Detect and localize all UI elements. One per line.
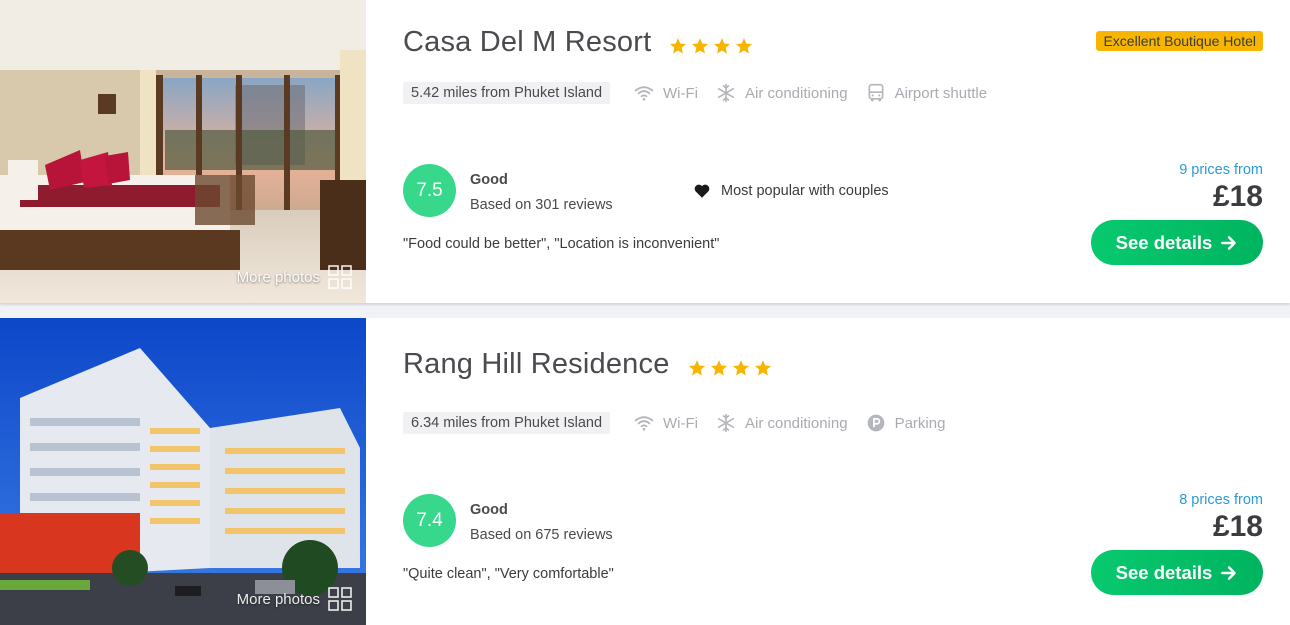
- price: £18: [1212, 180, 1263, 213]
- hotel-card: More photos Rang Hill Residence 6.34 mil…: [0, 318, 1290, 625]
- amenity-air-conditioning: Air conditioning: [716, 413, 848, 433]
- hotel-info: Casa Del M Resort Excellent Boutique Hot…: [366, 0, 1290, 303]
- star-icon: [714, 37, 731, 53]
- wifi-icon: [634, 416, 654, 431]
- hotel-name[interactable]: Rang Hill Residence: [403, 348, 670, 381]
- heart-icon: [694, 184, 710, 198]
- amenity-airport-shuttle: Airport shuttle: [866, 83, 988, 103]
- amenity-label: Airport shuttle: [894, 84, 988, 102]
- star-rating: [669, 37, 753, 55]
- prices-from-link[interactable]: 9 prices from: [1179, 162, 1263, 178]
- amenity-air-conditioning: Air conditioning: [716, 83, 848, 103]
- see-details-label: See details: [1115, 231, 1213, 253]
- review-quotes: "Food could be better", "Location is inc…: [403, 236, 720, 252]
- star-icon: [732, 359, 749, 375]
- score-label: Good: [470, 502, 508, 518]
- price: £18: [1212, 510, 1263, 543]
- amenity-label: Wi-Fi: [663, 84, 698, 102]
- star-icon: [736, 37, 753, 53]
- hotel-card: More photos Casa Del M Resort Excellent …: [0, 0, 1290, 303]
- review-score: 7.5: [403, 164, 456, 217]
- hotel-facts: 5.42 miles from Phuket Island Wi-Fi Air …: [403, 82, 1005, 104]
- amenity-label: Air conditioning: [745, 414, 848, 432]
- hotel-name-row: Casa Del M Resort: [403, 26, 753, 59]
- review-count: Based on 675 reviews: [470, 527, 613, 543]
- arrow-right-icon: [1221, 235, 1237, 250]
- bus-icon: [868, 83, 884, 102]
- more-photos-link[interactable]: More photos: [237, 265, 352, 289]
- snowflake-icon: [717, 83, 735, 103]
- score-label: Good: [470, 172, 508, 188]
- review-score: 7.4: [403, 494, 456, 547]
- gallery-grid-icon: [328, 587, 352, 611]
- amenity-label: Parking: [894, 414, 946, 432]
- prices-from-link[interactable]: 8 prices from: [1179, 492, 1263, 508]
- popular-with: Most popular with couples: [693, 182, 889, 200]
- amenity-wifi: Wi-Fi: [634, 413, 698, 433]
- hotel-type-badge: Excellent Boutique Hotel: [1096, 31, 1263, 51]
- parking-icon: [867, 414, 884, 432]
- popular-label: Most popular with couples: [721, 183, 889, 199]
- star-icon: [692, 37, 709, 53]
- hotel-name[interactable]: Casa Del M Resort: [403, 26, 651, 59]
- star-icon: [670, 37, 687, 53]
- more-photos-link[interactable]: More photos: [237, 587, 352, 611]
- review-summary: Good Based on 675 reviews: [470, 502, 613, 543]
- distance-tag: 6.34 miles from Phuket Island: [403, 412, 611, 434]
- star-icon: [688, 359, 705, 375]
- hotel-room-image: [0, 0, 366, 303]
- hotel-photo[interactable]: More photos: [0, 318, 366, 625]
- hotel-info: Rang Hill Residence 6.34 miles from Phuk…: [366, 318, 1290, 625]
- wifi-icon: [634, 86, 654, 101]
- amenity-label: Air conditioning: [745, 84, 848, 102]
- hotel-name-row: Rang Hill Residence: [403, 348, 772, 381]
- gallery-grid-icon: [328, 265, 352, 289]
- amenity-wifi: Wi-Fi: [634, 83, 698, 103]
- hotel-photo[interactable]: More photos: [0, 0, 366, 303]
- hotel-facts: 6.34 miles from Phuket Island Wi-Fi Air …: [403, 412, 963, 434]
- star-rating: [688, 359, 772, 377]
- review-summary: Good Based on 301 reviews: [470, 172, 613, 213]
- hotel-exterior-image: [0, 318, 366, 625]
- more-photos-label: More photos: [236, 268, 320, 286]
- distance-tag: 5.42 miles from Phuket Island: [403, 82, 611, 104]
- see-details-label: See details: [1115, 561, 1213, 583]
- amenity-label: Wi-Fi: [663, 414, 698, 432]
- star-icon: [754, 359, 771, 375]
- review-count: Based on 301 reviews: [470, 197, 613, 213]
- arrow-right-icon: [1221, 565, 1237, 580]
- review-quotes: "Quite clean", "Very comfortable": [403, 566, 614, 582]
- snowflake-icon: [717, 413, 735, 433]
- amenity-parking: Parking: [866, 413, 946, 433]
- star-icon: [710, 359, 727, 375]
- see-details-button[interactable]: See details: [1091, 220, 1263, 265]
- price-block: 8 prices from £18: [1179, 492, 1263, 544]
- more-photos-label: More photos: [236, 590, 320, 608]
- price-block: 9 prices from £18: [1179, 162, 1263, 214]
- hotel-results-list: More photos Casa Del M Resort Excellent …: [0, 0, 1290, 625]
- see-details-button[interactable]: See details: [1091, 550, 1263, 595]
